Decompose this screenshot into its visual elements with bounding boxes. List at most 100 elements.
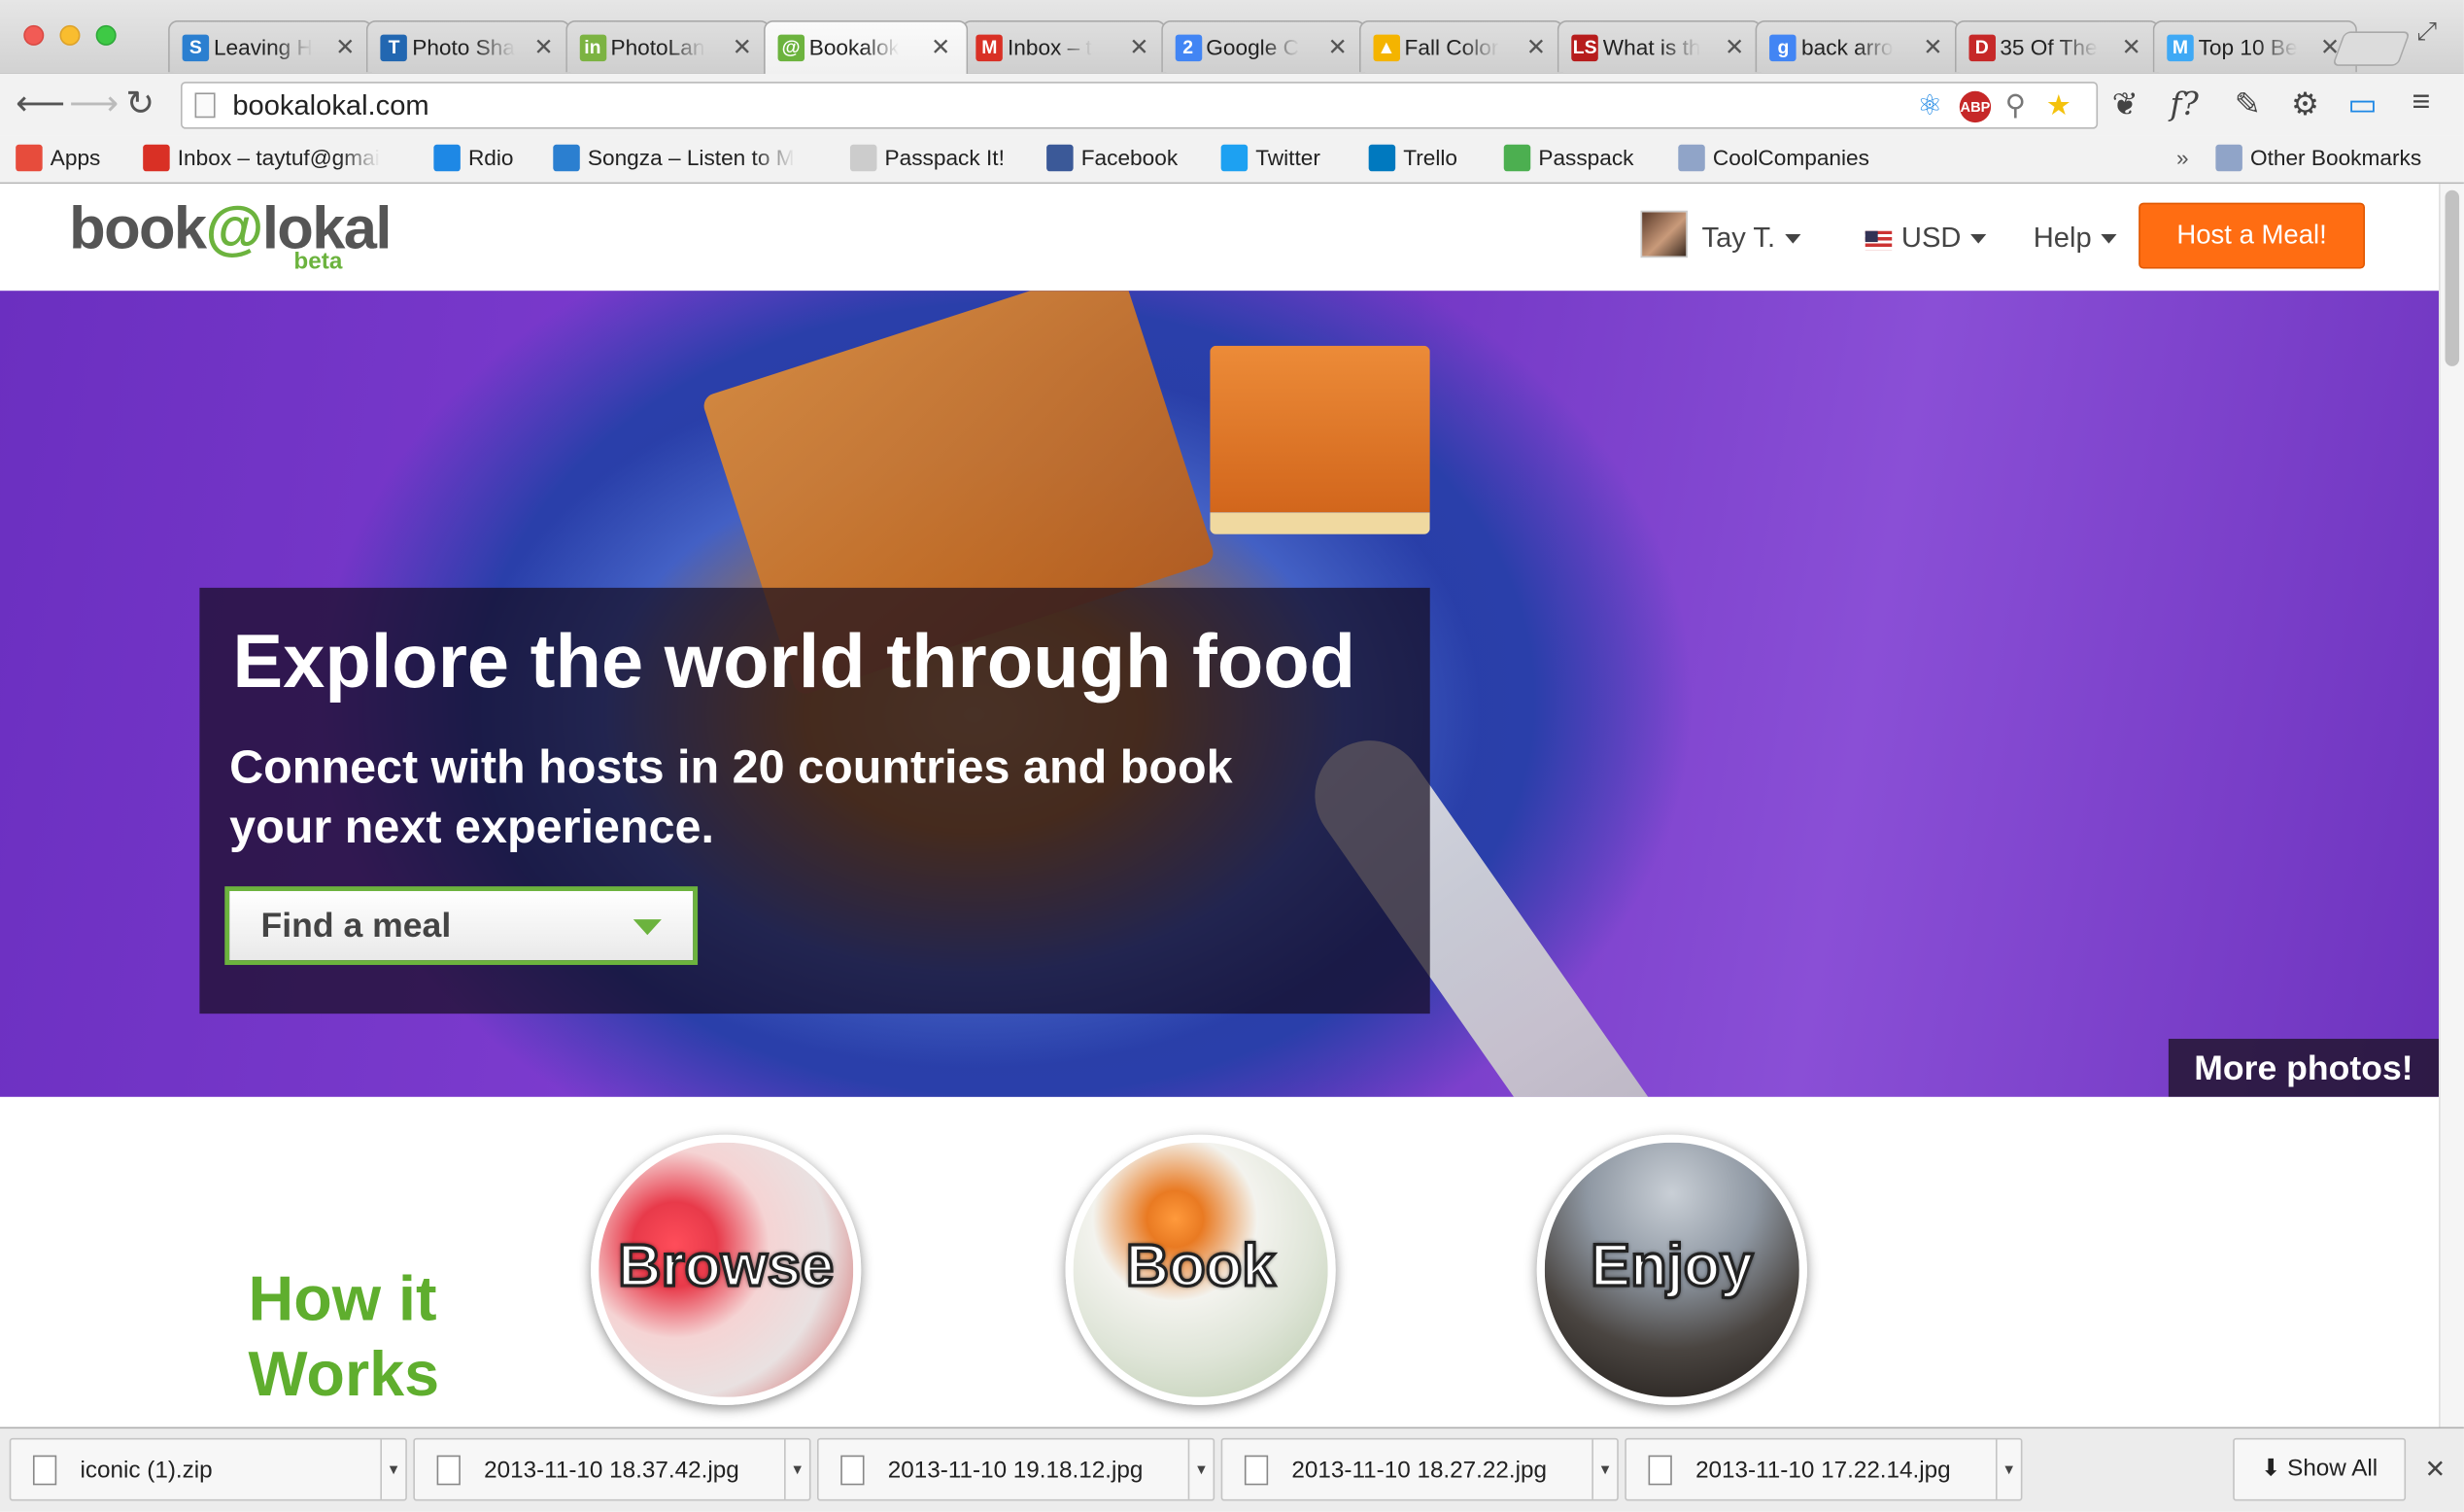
extension-network-icon[interactable]: ⚛ — [1917, 89, 1942, 122]
file-icon — [32, 1455, 57, 1486]
close-shelf-icon[interactable]: ✕ — [2424, 1454, 2446, 1485]
currency-label: USD — [1900, 222, 1962, 254]
bookmark-coolcompanies[interactable]: CoolCompanies — [1678, 144, 1869, 172]
step-book[interactable]: Book — [1065, 1134, 1336, 1405]
tab-title: Inbox – t — [1007, 34, 1092, 60]
zoom-icon[interactable]: ⚲ — [2005, 89, 2026, 122]
fontface-ninja-icon[interactable]: f? — [2170, 85, 2198, 122]
tab-0[interactable]: S Leaving H ✕ — [168, 20, 373, 73]
download-item[interactable]: 2013-11-10 18.37.42.jpg ▼ — [413, 1437, 811, 1501]
tab-1[interactable]: T Photo Sha ✕ — [366, 20, 571, 73]
bookmark-label: Facebook — [1080, 144, 1179, 170]
close-window-button[interactable] — [23, 24, 45, 46]
download-item[interactable]: iconic (1).zip ▼ — [9, 1437, 407, 1501]
bookmark-label: Passpack — [1538, 144, 1634, 170]
bookmark-trello[interactable]: Trello — [1368, 144, 1458, 172]
bookmark-star-icon[interactable]: ★ — [2046, 89, 2071, 122]
tab-8[interactable]: g back arro ✕ — [1756, 20, 1961, 73]
tab-favicon-icon: g — [1769, 34, 1797, 62]
hero-overlay: Explore the world through food Connect w… — [199, 587, 1430, 1014]
tab-strip: S Leaving H ✕ T Photo Sha ✕ in PhotoLan ✕ @ Bookal… — [0, 0, 2464, 75]
close-tab-icon[interactable]: ✕ — [733, 33, 752, 61]
help-label: Help — [2033, 222, 2092, 254]
download-menu-caret-icon[interactable]: ▼ — [1187, 1439, 1214, 1499]
songza-icon — [553, 144, 580, 172]
tab-9[interactable]: D 35 Of The ✕ — [1954, 20, 2159, 73]
new-tab-button[interactable] — [2332, 31, 2411, 66]
download-menu-caret-icon[interactable]: ▼ — [1995, 1439, 2021, 1499]
close-tab-icon[interactable]: ✕ — [335, 33, 355, 61]
close-tab-icon[interactable]: ✕ — [1327, 33, 1347, 61]
other-bookmarks[interactable]: Other Bookmarks — [2215, 144, 2422, 172]
gear-icon[interactable]: ⚙ — [2291, 85, 2319, 123]
host-a-meal-button[interactable]: Host a Meal! — [2139, 202, 2366, 269]
more-photos-button[interactable]: More photos! — [2168, 1039, 2440, 1097]
other-bookmarks-label: Other Bookmarks — [2249, 144, 2422, 170]
tab-favicon-icon: ▲ — [1373, 34, 1400, 62]
zoom-window-button[interactable] — [95, 24, 117, 46]
bookmark-passpack[interactable]: Passpack — [1503, 144, 1634, 172]
close-tab-icon[interactable]: ✕ — [1129, 33, 1148, 61]
menu-icon[interactable]: ≡ — [2413, 85, 2431, 120]
download-menu-caret-icon[interactable]: ▼ — [1591, 1439, 1617, 1499]
close-tab-icon[interactable]: ✕ — [2122, 33, 2141, 61]
currency-menu[interactable]: USD — [1900, 222, 1987, 255]
forward-button[interactable]: ⟶ — [69, 85, 119, 122]
find-a-meal-dropdown[interactable]: Find a meal — [224, 886, 699, 966]
download-menu-caret-icon[interactable]: ▼ — [380, 1439, 405, 1499]
caret-down-icon — [2101, 234, 2117, 245]
help-menu[interactable]: Help — [2034, 222, 2117, 255]
user-menu[interactable]: Tay T. — [1702, 222, 1800, 255]
tab-title: back arro — [1801, 34, 1894, 60]
tab-2[interactable]: in PhotoLan ✕ — [565, 20, 770, 73]
eyedropper-icon[interactable]: ✎ — [2235, 85, 2261, 123]
tab-10[interactable]: M Top 10 Be ✕ — [2152, 20, 2357, 73]
tab-7[interactable]: LS What is th ✕ — [1557, 20, 1762, 73]
reload-button[interactable]: ↻ — [125, 85, 154, 122]
download-item[interactable]: 2013-11-10 19.18.12.jpg ▼ — [816, 1437, 1215, 1501]
adblock-icon[interactable]: ABP — [1959, 90, 1992, 123]
download-shelf: iconic (1).zip ▼ 2013-11-10 18.37.42.jpg ▼ 2… — [0, 1426, 2464, 1512]
bookmark-songza-listen-to-m[interactable]: Songza – Listen to M — [553, 144, 795, 172]
bookmarks-overflow-button[interactable]: » — [2176, 145, 2189, 170]
bookmark-rdio[interactable]: Rdio — [433, 144, 514, 172]
address-bar[interactable]: bookalokal.com ⚛ ABP ⚲ ★ — [180, 82, 2099, 129]
close-tab-icon[interactable]: ✕ — [533, 33, 553, 61]
bookmark-inbox-taytuf-gmai[interactable]: Inbox – taytuf@gmai — [143, 144, 380, 172]
tab-4[interactable]: M Inbox – t ✕ — [962, 20, 1167, 73]
file-icon — [1648, 1455, 1672, 1486]
minimize-window-button[interactable] — [59, 24, 81, 46]
tab-title: Fall Color — [1404, 34, 1499, 60]
download-filename: iconic (1).zip — [80, 1457, 213, 1484]
close-tab-icon[interactable]: ✕ — [1923, 33, 1942, 61]
tab-favicon-icon: D — [1968, 34, 1996, 62]
logo-at: @ — [205, 196, 264, 263]
download-menu-caret-icon[interactable]: ▼ — [784, 1439, 809, 1499]
download-item[interactable]: 2013-11-10 17.22.14.jpg ▼ — [1625, 1437, 2023, 1501]
bookmark-apps[interactable]: Apps — [16, 144, 100, 172]
bookmark-twitter[interactable]: Twitter — [1220, 144, 1320, 172]
bookmark-label: Trello — [1403, 144, 1458, 170]
back-button[interactable]: ⟵ — [16, 85, 65, 122]
scrollbar-thumb[interactable] — [2445, 189, 2460, 366]
tab-5[interactable]: 2 Google C ✕ — [1160, 20, 1365, 73]
step-browse[interactable]: Browse — [591, 1134, 862, 1405]
close-tab-icon[interactable]: ✕ — [1725, 33, 1744, 61]
tab-3[interactable]: @ Bookalok ✕ — [763, 20, 969, 75]
close-tab-icon[interactable]: ✕ — [931, 33, 950, 61]
bookmark-passpack-it[interactable]: Passpack It! — [849, 144, 1005, 172]
tab-6[interactable]: ▲ Fall Color ✕ — [1358, 20, 1563, 73]
hero-banner: Explore the world through food Connect w… — [0, 291, 2440, 1097]
show-all-downloads-button[interactable]: ⬇ Show All — [2233, 1437, 2407, 1501]
step-enjoy[interactable]: Enjoy — [1536, 1134, 1807, 1405]
fullscreen-icon[interactable]: ⤢ — [2416, 18, 2437, 47]
download-item[interactable]: 2013-11-10 18.27.22.jpg ▼ — [1220, 1437, 1619, 1501]
passpack-icon — [1503, 144, 1531, 172]
avatar[interactable] — [1640, 210, 1688, 258]
evernote-icon[interactable]: ❦ — [2112, 85, 2139, 123]
window-resizer-icon[interactable]: ▭ — [2347, 85, 2378, 123]
close-tab-icon[interactable]: ✕ — [1526, 33, 1546, 61]
bookmark-facebook[interactable]: Facebook — [1046, 144, 1179, 172]
tab-title: Google C — [1206, 34, 1299, 60]
vertical-scrollbar[interactable] — [2439, 184, 2464, 1427]
